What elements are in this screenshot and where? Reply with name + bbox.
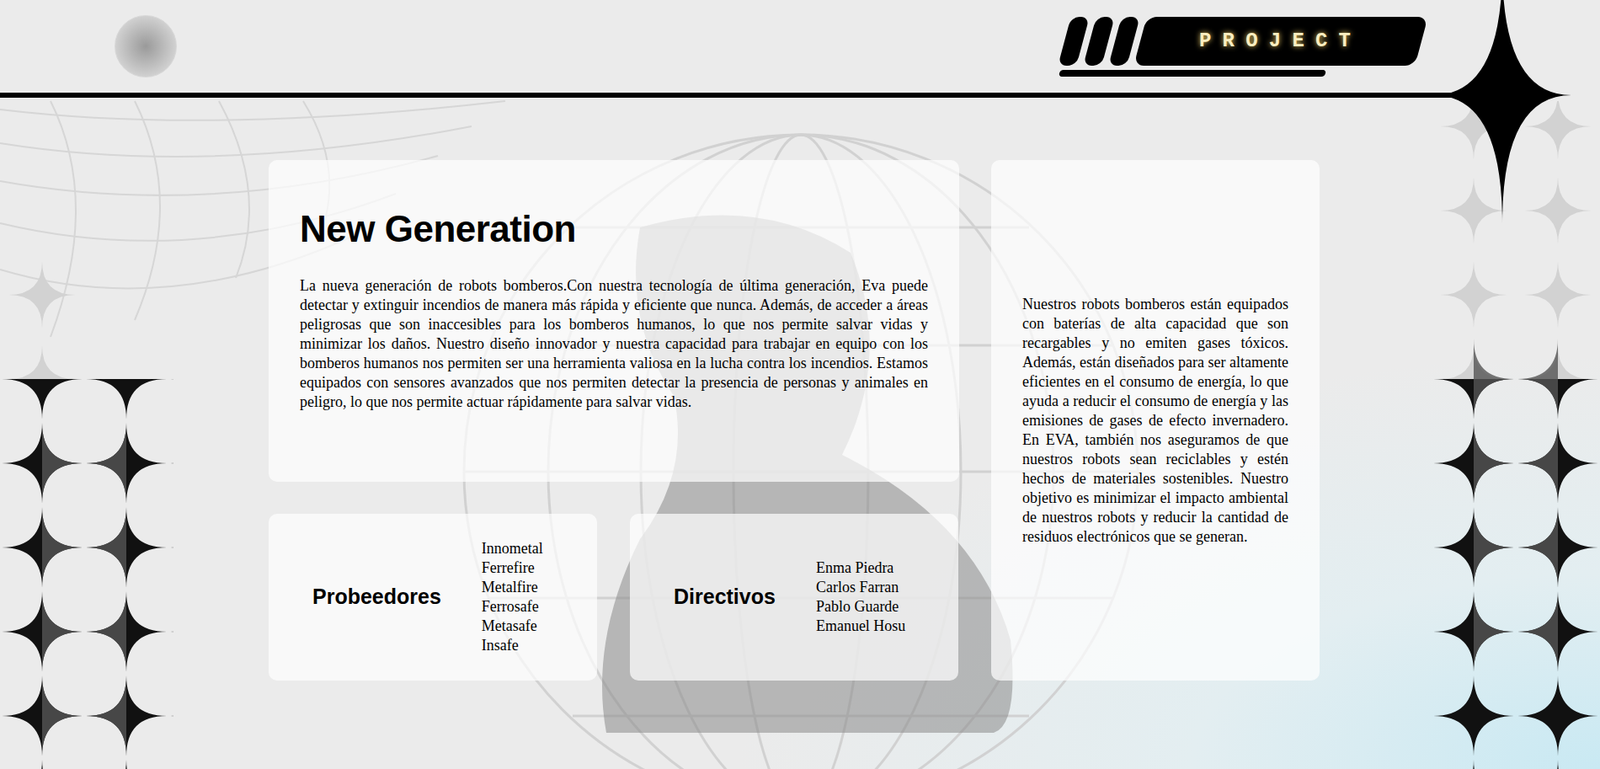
- intro-text: La nueva generación de robots bomberos.C…: [299, 276, 928, 412]
- directors-title: Directivos: [673, 581, 776, 614]
- badge-text: PROJECT: [1199, 26, 1362, 57]
- list-item: Pablo Guarde: [816, 597, 906, 617]
- list-item: Metasafe: [481, 616, 544, 636]
- project-badge[interactable]: PROJECT: [1064, 16, 1422, 77]
- intro-title: New Generation: [299, 208, 928, 250]
- suppliers-card: Probeedores InnometalFerrefireMetalfireF…: [268, 513, 598, 681]
- list-item: Metalfire: [481, 577, 544, 598]
- suppliers-title: Probeedores: [312, 581, 442, 614]
- list-item: Innometal: [481, 538, 544, 559]
- directors-card: Directivos Enma PiedraCarlos FarranPablo…: [629, 513, 959, 681]
- intro-card: New Generation La nueva generación de ro…: [268, 160, 960, 482]
- suppliers-list: InnometalFerrefireMetalfireFerrosafeMeta…: [481, 538, 544, 656]
- sustainability-text: Nuestros robots bomberos están equipados…: [1022, 294, 1289, 547]
- directors-list: Enma PiedraCarlos FarranPablo GuardeEman…: [816, 558, 906, 636]
- list-item: Carlos Farran: [816, 577, 906, 598]
- list-item: Ferrefire: [481, 558, 544, 578]
- list-item: Insafe: [481, 635, 544, 656]
- page: PROJECT New Generation La nueva generaci…: [0, 0, 1600, 769]
- list-item: Enma Piedra: [816, 558, 906, 578]
- header: PROJECT: [0, 0, 1600, 93]
- list-item: Emanuel Hosu: [816, 616, 906, 636]
- sustainability-card: Nuestros robots bomberos están equipados…: [991, 160, 1320, 681]
- content: New Generation La nueva generación de ro…: [0, 92, 1600, 681]
- badge-pill: PROJECT: [1133, 16, 1429, 66]
- logo[interactable]: [114, 15, 177, 78]
- lists-row: Probeedores InnometalFerrefireMetalfireF…: [268, 513, 960, 681]
- list-item: Ferrosafe: [481, 597, 544, 617]
- badge-underline: [1058, 69, 1327, 77]
